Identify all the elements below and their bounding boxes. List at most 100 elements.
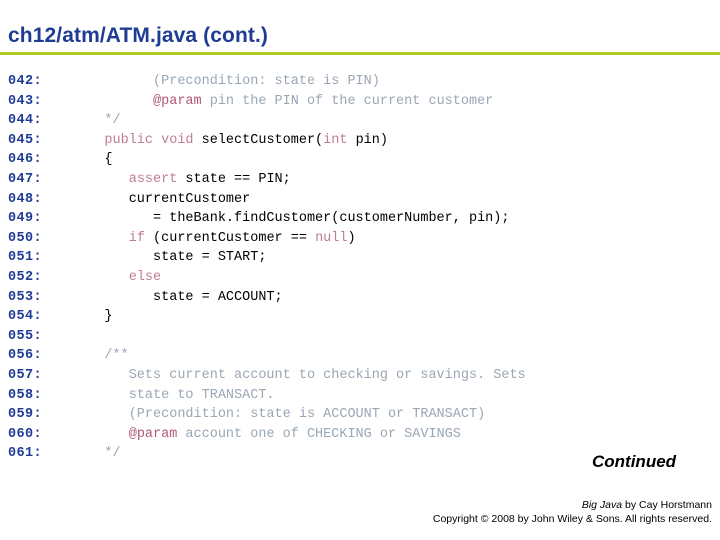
code-line-number: 050:: [8, 230, 43, 246]
code-token-keyword: public void: [104, 132, 194, 148]
code-line-number: 060:: [8, 426, 43, 442]
footer: Big Java by Cay Horstmann Copyright © 20…: [0, 498, 712, 526]
code-line-text: Sets current account to checking or savi…: [72, 368, 526, 383]
code-token-keyword: null: [315, 230, 348, 246]
code-line-number: 046:: [8, 152, 43, 168]
code-line-text: state = ACCOUNT;: [72, 290, 283, 305]
code-line-number: 053:: [8, 289, 43, 305]
code-line: 045: public void selectCustomer(int pin): [0, 131, 720, 151]
code-line-number: 055:: [8, 328, 43, 344]
code-line-text: /**: [72, 348, 129, 364]
code-token-plain: pin): [347, 132, 388, 148]
code-line-text: }: [72, 309, 113, 325]
code-line-text: state to TRANSACT.: [72, 388, 275, 403]
code-line-text: else: [72, 270, 161, 285]
code-token-plain: (currentCustomer ==: [144, 230, 316, 246]
code-line: 044: */: [0, 111, 720, 131]
code-line: 059: (Precondition: state is ACCOUNT or …: [0, 405, 720, 425]
code-token-comment: state to TRANSACT.: [72, 387, 275, 403]
code-line: 042: (Precondition: state is PIN): [0, 72, 720, 92]
code-token-comment: Sets current account to checking or savi…: [72, 367, 526, 383]
code-token-comment: */: [72, 446, 121, 462]
code-line-number: 049:: [8, 211, 43, 227]
code-line: 054: }: [0, 307, 720, 327]
continued-label: Continued: [592, 452, 677, 471]
code-line: 049: = theBank.findCustomer(customerNumb…: [0, 209, 720, 229]
code-line-text: assert state == PIN;: [72, 172, 291, 187]
code-token-keyword: if: [128, 230, 145, 246]
code-line-text: */: [72, 113, 121, 129]
code-token-comment: */: [72, 113, 121, 129]
code-token-comment: /**: [72, 348, 129, 364]
code-line-number: 056:: [8, 348, 43, 364]
code-line-text: {: [72, 152, 113, 168]
code-line-number: 044:: [8, 113, 43, 129]
code-line-text: if (currentCustomer == null): [72, 231, 356, 246]
code-token-plain: }: [72, 309, 113, 325]
code-line-text: @param pin the PIN of the current custom…: [72, 94, 493, 109]
code-token-comment: account one of CHECKING or SAVINGS: [177, 426, 461, 442]
code-token-comment: (Precondition: state is ACCOUNT or TRANS…: [72, 407, 486, 423]
title-divider: [0, 52, 720, 55]
code-token-keyword: int: [323, 132, 348, 148]
code-line-number: 051:: [8, 250, 43, 266]
code-token-keyword: assert: [128, 171, 178, 187]
code-line: 060: @param account one of CHECKING or S…: [0, 425, 720, 445]
code-token-plain: = theBank.findCustomer(customerNumber, p…: [72, 211, 510, 227]
code-line-text: */: [72, 446, 121, 462]
code-line-number: 042:: [8, 74, 43, 89]
code-line-text: currentCustomer: [72, 191, 251, 207]
code-line: 052: else: [0, 268, 720, 288]
code-line-number: 061:: [8, 446, 43, 462]
code-line: 050: if (currentCustomer == null): [0, 229, 720, 249]
code-line-text: = theBank.findCustomer(customerNumber, p…: [72, 211, 509, 226]
code-token-plain: selectCustomer(: [193, 132, 324, 148]
code-line-text: public void selectCustomer(int pin): [72, 133, 388, 148]
footer-credit-line: Big Java by Cay Horstmann: [0, 498, 712, 512]
code-line-number: 045:: [8, 132, 43, 148]
code-line-number: 052:: [8, 269, 43, 285]
code-line-number: 059:: [8, 407, 43, 423]
code-line-number: 043:: [8, 93, 43, 109]
code-token-plain: {: [72, 152, 113, 168]
code-line: 043: @param pin the PIN of the current c…: [0, 92, 720, 112]
code-token-plain: state = START;: [72, 250, 267, 266]
code-listing: 042: (Precondition: state is PIN) 043: @p…: [0, 72, 720, 464]
code-line: 056: /**: [0, 346, 720, 366]
code-line: 051: state = START;: [0, 248, 720, 268]
code-line-text: (Precondition: state is PIN): [72, 74, 380, 89]
code-line: 058: state to TRANSACT.: [0, 386, 720, 406]
code-token-tag: @param: [128, 426, 178, 442]
code-line: 047: assert state == PIN;: [0, 170, 720, 190]
code-line-number: 054:: [8, 309, 43, 325]
code-token-plain: state = ACCOUNT;: [72, 289, 283, 305]
page-title: ch12/atm/ATM.java (cont.): [8, 24, 268, 47]
code-line: 048: currentCustomer: [0, 190, 720, 210]
code-line: 053: state = ACCOUNT;: [0, 288, 720, 308]
code-token-plain: currentCustomer: [72, 191, 251, 207]
code-line-text: @param account one of CHECKING or SAVING…: [72, 427, 461, 442]
code-token-tag: @param: [153, 93, 202, 109]
footer-copyright: Copyright © 2008 by John Wiley & Sons. A…: [432, 513, 712, 525]
code-token-plain: ): [347, 230, 356, 246]
book-title: Big Java: [581, 499, 623, 511]
code-token-comment: pin the PIN of the current customer: [201, 93, 494, 109]
code-line-text: (Precondition: state is ACCOUNT or TRANS…: [72, 407, 485, 422]
code-line-number: 047:: [8, 171, 43, 187]
code-line: 046: {: [0, 150, 720, 170]
code-token-comment: (Precondition: state is PIN): [72, 74, 380, 89]
code-line-number: 057:: [8, 367, 43, 383]
code-token-plain: state == PIN;: [177, 171, 291, 187]
code-line: 057: Sets current account to checking or…: [0, 366, 720, 386]
book-author: by Cay Horstmann: [622, 499, 712, 511]
code-line-number: 048:: [8, 191, 43, 207]
code-line-number: 058:: [8, 387, 43, 403]
code-line-text: state = START;: [72, 250, 266, 265]
code-line: 055:: [0, 327, 720, 347]
